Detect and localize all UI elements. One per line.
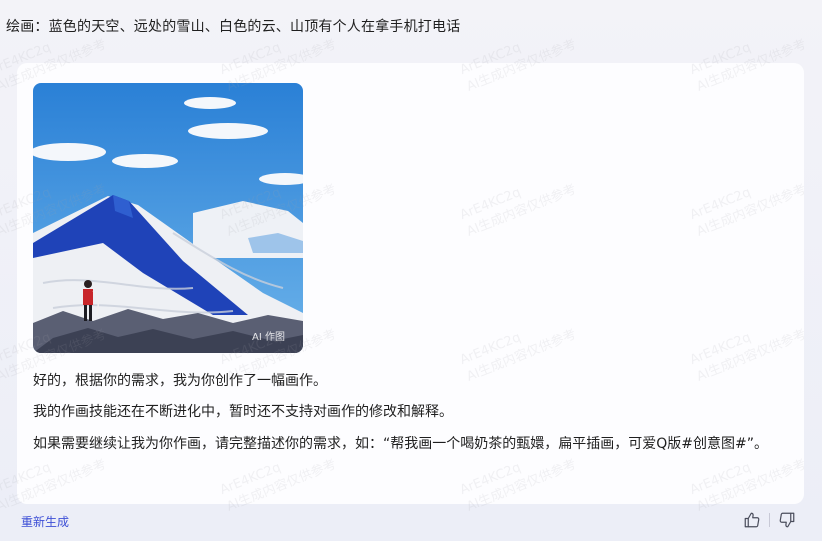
generated-image[interactable]: AI 作图 bbox=[33, 83, 303, 353]
thumbs-down-icon[interactable] bbox=[778, 511, 796, 529]
response-line-2: 我的作画技能还在不断进化中，暂时还不支持对画作的修改和解释。 bbox=[33, 404, 453, 420]
painting-illustration bbox=[33, 83, 303, 353]
user-prompt: 绘画：蓝色的天空、远处的雪山、白色的云、山顶有个人在拿手机打电话 bbox=[6, 19, 461, 35]
ai-image-tag: AI 作图 bbox=[252, 332, 285, 343]
regenerate-button[interactable]: 重新生成 bbox=[21, 513, 69, 530]
feedback-actions bbox=[743, 511, 796, 529]
thumbs-up-icon[interactable] bbox=[743, 511, 761, 529]
response-line-3: 如果需要继续让我为你作画，请完整描述你的需求，如：“帮我画一个喝奶茶的甄嬛，扁平… bbox=[33, 436, 768, 452]
response-line-1: 好的，根据你的需求，我为你创作了一幅画作。 bbox=[33, 373, 327, 389]
answer-card: AI 作图 好的，根据你的需求，我为你创作了一幅画作。 我的作画技能还在不断进化… bbox=[17, 63, 804, 504]
divider bbox=[769, 513, 770, 527]
